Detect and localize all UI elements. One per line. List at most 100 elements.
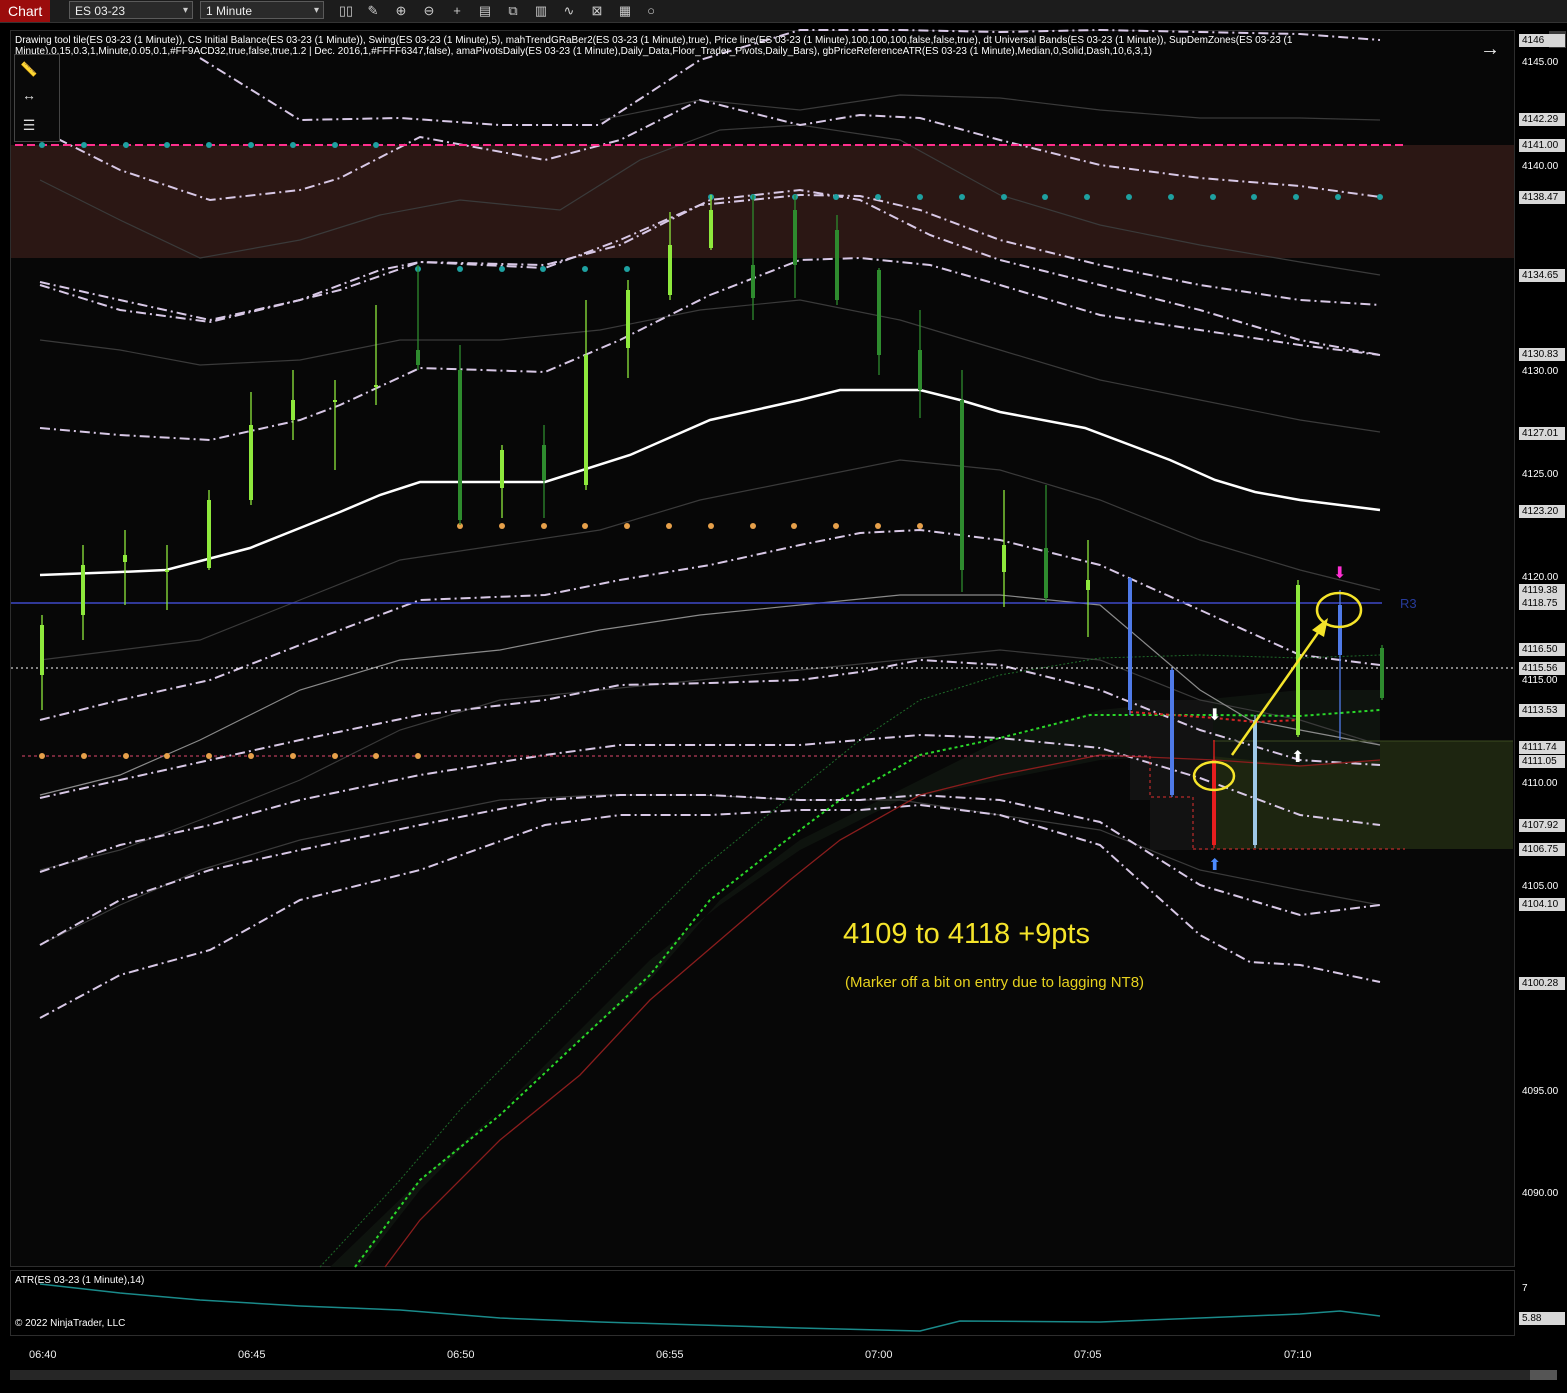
- indicator-dot: [666, 523, 672, 529]
- price-label: 4138.47: [1519, 191, 1565, 204]
- price-label: 4090.00: [1522, 1188, 1559, 1199]
- indicator-dot: [582, 523, 588, 529]
- indicator-dot: [123, 753, 129, 759]
- candle-body: [165, 570, 169, 572]
- price-label: 4125.00: [1522, 469, 1559, 480]
- indicator-dot: [1377, 194, 1383, 200]
- indicator-dot: [206, 142, 212, 148]
- time-label: 06:50: [447, 1349, 475, 1361]
- price-label: 4120.00: [1522, 572, 1559, 583]
- price-label: 4146: [1519, 34, 1565, 47]
- candle-body: [1044, 548, 1048, 598]
- indicator-dot: [164, 753, 170, 759]
- time-label: 06:45: [238, 1349, 266, 1361]
- candle-body: [207, 500, 211, 568]
- indicator-dot: [415, 753, 421, 759]
- candle-body: [1128, 578, 1132, 710]
- price-label: 4123.20: [1519, 505, 1565, 518]
- indicator-dot: [373, 753, 379, 759]
- indicator-dot: [1210, 194, 1216, 200]
- price-label: 4134.65: [1519, 269, 1565, 282]
- price-label: 4104.10: [1519, 898, 1565, 911]
- menu-lines-icon[interactable]: ☰: [16, 114, 42, 136]
- indicator-dot: [248, 142, 254, 148]
- indicator-dot: [373, 142, 379, 148]
- indicator-dot: [123, 142, 129, 148]
- candle-body: [1170, 670, 1174, 795]
- indicator-dot: [457, 266, 463, 272]
- candle-body: [500, 450, 504, 488]
- navigate-right-icon[interactable]: →: [1480, 38, 1500, 61]
- atr-panel[interactable]: [10, 1270, 1515, 1336]
- candle-body: [1253, 720, 1257, 845]
- candle-body: [626, 290, 630, 348]
- center-line: [39, 388, 1381, 577]
- indicator-dot: [540, 266, 546, 272]
- up-arrow-marker-blue: ⬆: [1208, 855, 1221, 874]
- price-label: 4119.38: [1519, 584, 1565, 597]
- candle-body: [709, 210, 713, 248]
- indicator-dot: [499, 523, 505, 529]
- candle-body: [835, 230, 839, 300]
- indicator-dot: [917, 523, 923, 529]
- indicator-dot: [875, 523, 881, 529]
- indicator-dot: [624, 523, 630, 529]
- time-label: 06:55: [656, 1349, 684, 1361]
- candle-body: [751, 265, 755, 298]
- price-label: 4110.00: [1522, 778, 1558, 789]
- indicator-dot: [582, 266, 588, 272]
- price-label: 4141.00: [1519, 139, 1565, 152]
- indicator-dot: [750, 523, 756, 529]
- indicator-dot: [1126, 194, 1132, 200]
- candle-body: [249, 425, 253, 500]
- candle-body: [1086, 580, 1090, 590]
- indicator-dot: [1084, 194, 1090, 200]
- time-axis[interactable]: [0, 1337, 1567, 1369]
- price-label: 4100.28: [1519, 977, 1565, 990]
- indicator-dot: [1168, 194, 1174, 200]
- scrollbar-thumb[interactable]: [1530, 1370, 1557, 1380]
- indicator-dot: [39, 753, 45, 759]
- indicator-dot: [290, 753, 296, 759]
- candle-body: [458, 370, 462, 520]
- price-label: 4145.00: [1522, 57, 1559, 68]
- price-label: 4111.05: [1519, 755, 1565, 768]
- atr-indicator-label: ATR(ES 03-23 (1 Minute),14): [15, 1275, 145, 1286]
- indicator-dot: [791, 523, 797, 529]
- indicator-dot: [833, 194, 839, 200]
- price-label: 4105.00: [1522, 881, 1559, 892]
- candle-body: [374, 385, 378, 387]
- candle-body: [1380, 648, 1384, 698]
- outer-upper-gray-line: [599, 94, 1381, 121]
- candle-body: [1338, 605, 1342, 655]
- indicator-dot: [206, 753, 212, 759]
- indicator-dot: [81, 142, 87, 148]
- mid-upper-gray-line: [39, 299, 1381, 433]
- time-label: 07:05: [1074, 1349, 1102, 1361]
- price-label: 4106.75: [1519, 843, 1565, 856]
- horizontal-line-icon[interactable]: ↔: [16, 84, 42, 106]
- price-label: 4115.00: [1522, 675, 1558, 686]
- indicator-dot: [1251, 194, 1257, 200]
- candle-body: [81, 565, 85, 615]
- price-label: 4130.83: [1519, 348, 1565, 361]
- candle-body: [1212, 760, 1216, 845]
- indicator-dot: [1335, 194, 1341, 200]
- indicator-dot: [875, 194, 881, 200]
- price-label: 4127.01: [1519, 427, 1565, 440]
- chart-canvas[interactable]: ⬇ ⬆ ⬆ ⬇: [0, 0, 1567, 1393]
- trade-annotation: 4109 to 4118 +9pts: [843, 918, 1090, 950]
- candle-body: [918, 350, 922, 390]
- indicator-dot: [917, 194, 923, 200]
- candle-body: [793, 210, 797, 265]
- candle-body: [668, 245, 672, 295]
- candle-body: [877, 270, 881, 355]
- horizontal-scrollbar[interactable]: [10, 1370, 1557, 1380]
- indicator-dot: [499, 266, 505, 272]
- indicator-dot: [624, 266, 630, 272]
- price-label: 4095.00: [1522, 1086, 1559, 1097]
- indicator-dot: [248, 753, 254, 759]
- ruler-icon[interactable]: 📏: [16, 58, 42, 80]
- down-arrow-marker: ⬇: [1208, 705, 1221, 724]
- candle-body: [1002, 545, 1006, 572]
